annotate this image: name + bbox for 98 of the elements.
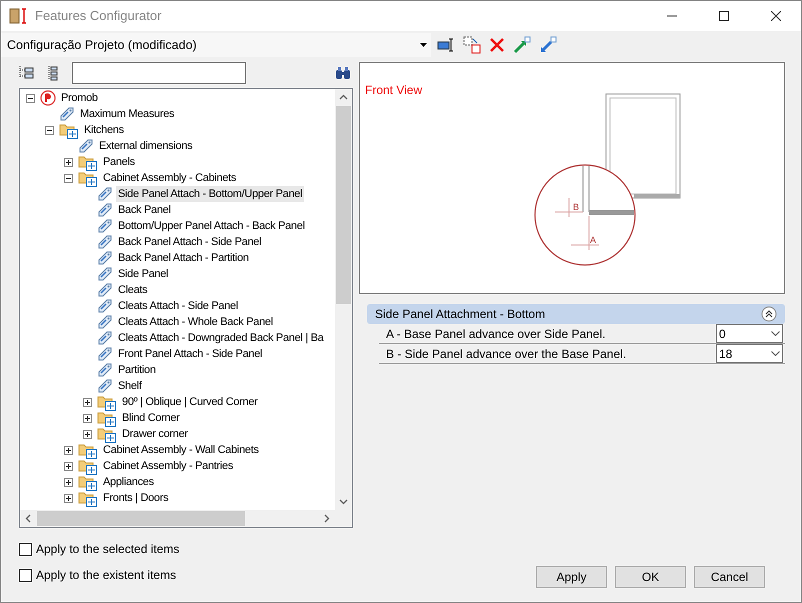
expand-icon[interactable] xyxy=(64,462,73,470)
tag-icon xyxy=(78,138,94,154)
value-dropdown[interactable]: 18 xyxy=(716,344,783,363)
maximize-icon[interactable] xyxy=(719,11,729,21)
tree-item[interactable]: Cabinet Assembly - Wall Cabinets xyxy=(101,442,261,458)
expand-icon[interactable] xyxy=(83,398,92,406)
collapse-icon[interactable] xyxy=(26,94,35,102)
tree-item[interactable]: Back Panel Attach - Partition xyxy=(116,250,251,266)
folder-icon xyxy=(97,410,117,426)
folder-icon xyxy=(78,442,98,458)
tree-item[interactable]: Shelf xyxy=(116,378,144,394)
checkbox[interactable] xyxy=(19,568,32,582)
tag-icon xyxy=(97,202,113,218)
tree-item[interactable]: Drawer corner xyxy=(120,426,190,442)
close-icon[interactable] xyxy=(771,11,781,21)
tree-view-icon[interactable] xyxy=(18,65,34,81)
tag-icon xyxy=(97,362,113,378)
configuration-dropdown[interactable]: Configuração Projeto (modificado) xyxy=(1,33,431,57)
tree-item[interactable]: Back Panel xyxy=(116,202,173,218)
tree-item[interactable]: Cabinet Assembly - Cabinets xyxy=(101,170,238,186)
tag-icon xyxy=(97,330,113,346)
tree-item[interactable]: Panels xyxy=(101,154,137,170)
folder-icon xyxy=(97,394,117,410)
tag-icon xyxy=(97,250,113,266)
tree-item[interactable]: Cleats xyxy=(116,282,150,298)
expand-icon[interactable] xyxy=(64,478,73,486)
folder-icon xyxy=(97,426,117,442)
window-title: Features Configurator xyxy=(35,7,162,26)
tag-icon xyxy=(59,106,75,122)
export-icon[interactable] xyxy=(513,36,531,54)
tag-icon xyxy=(97,378,113,394)
tag-icon xyxy=(97,298,113,314)
collapse-icon[interactable] xyxy=(761,306,777,322)
tree-item[interactable]: Bottom/Upper Panel Attach - Back Panel xyxy=(116,218,307,234)
expand-icon[interactable] xyxy=(64,446,73,454)
tree-item[interactable]: 90º | Oblique | Curved Corner xyxy=(120,394,260,410)
tree-item[interactable]: Cleats Attach - Side Panel xyxy=(116,298,240,314)
chevron-icon xyxy=(771,331,780,336)
folder-icon xyxy=(78,458,98,474)
expand-icon[interactable] xyxy=(83,430,92,438)
property-label: A - Base Panel advance over Side Panel. xyxy=(385,326,606,343)
search-field[interactable] xyxy=(72,62,246,84)
tag-icon xyxy=(97,218,113,234)
checkbox-label: Apply to the existent items xyxy=(36,567,176,584)
chevron-icon xyxy=(771,351,780,356)
tree-item[interactable]: Maximum Measures xyxy=(78,106,176,122)
folder-icon xyxy=(78,490,98,506)
dialog-button[interactable]: Apply xyxy=(536,566,607,588)
expand-icon[interactable] xyxy=(64,494,73,502)
property-label: B - Side Panel advance over the Base Panel. xyxy=(385,346,628,363)
vertical-scrollbar[interactable] xyxy=(335,89,352,510)
folder-icon xyxy=(78,474,98,490)
tree-item[interactable]: Promob xyxy=(59,90,100,106)
value-dropdown[interactable]: 0 xyxy=(716,324,783,343)
tree-item[interactable]: Cleats Attach - Downgraded Back Panel | Ba xyxy=(116,330,326,346)
tag-icon xyxy=(97,234,113,250)
expand-icon[interactable] xyxy=(83,414,92,422)
list-view-icon[interactable] xyxy=(46,65,60,81)
tree-item[interactable]: Appliances xyxy=(101,474,156,490)
folder-icon xyxy=(59,122,79,138)
dialog-button[interactable]: Cancel xyxy=(694,566,765,588)
folder-icon xyxy=(78,154,98,170)
tree-item[interactable]: External dimensions xyxy=(97,138,194,154)
scroll-thumb[interactable] xyxy=(37,511,245,526)
tree-item[interactable]: Side Panel Attach - Bottom/Upper Panel xyxy=(116,186,304,202)
delete-icon[interactable] xyxy=(489,37,505,53)
checkbox-label: Apply to the selected items xyxy=(36,541,180,558)
scroll-thumb[interactable] xyxy=(336,106,351,304)
horizontal-scrollbar[interactable] xyxy=(20,510,352,527)
checkbox[interactable] xyxy=(19,542,32,556)
caret-icon xyxy=(420,43,427,47)
tree-item[interactable]: Side Panel xyxy=(116,266,170,282)
import-icon[interactable] xyxy=(539,36,557,54)
tree-item[interactable]: Cabinet Assembly - Pantries xyxy=(101,458,236,474)
tag-icon xyxy=(97,186,113,202)
folder-icon xyxy=(78,170,98,186)
rename-icon[interactable] xyxy=(437,37,455,53)
tree-item[interactable]: Blind Corner xyxy=(120,410,182,426)
tree-item[interactable]: Back Panel Attach - Side Panel xyxy=(116,234,264,250)
tree-item[interactable]: Fronts | Doors xyxy=(101,490,170,506)
binoculars-icon[interactable] xyxy=(335,66,351,80)
collapse-icon[interactable] xyxy=(64,174,73,182)
collapse-icon[interactable] xyxy=(45,126,54,134)
copy-icon[interactable] xyxy=(463,36,481,54)
preview-title: Front View xyxy=(365,82,422,99)
tree-item[interactable]: Front Panel Attach - Side Panel xyxy=(116,346,264,362)
group-header[interactable]: Side Panel Attachment - Bottom xyxy=(367,304,785,324)
tag-icon xyxy=(97,282,113,298)
tag-icon xyxy=(97,314,113,330)
tree-item[interactable]: Kitchens xyxy=(82,122,126,138)
tree-item[interactable]: Partition xyxy=(116,362,158,378)
dialog-button[interactable]: OK xyxy=(615,566,686,588)
tag-icon xyxy=(97,346,113,362)
expand-icon[interactable] xyxy=(64,158,73,166)
app-icon xyxy=(9,7,27,25)
cabinet-drawing: B A xyxy=(482,91,722,291)
tag-icon xyxy=(97,266,113,282)
tree-item[interactable]: Cleats Attach - Whole Back Panel xyxy=(116,314,275,330)
